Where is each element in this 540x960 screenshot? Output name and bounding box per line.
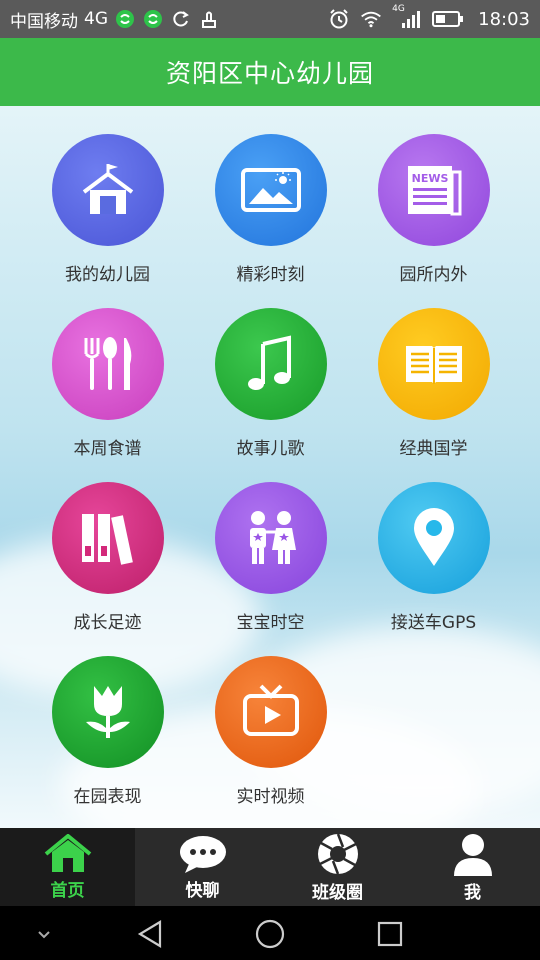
- tile-label: 我的幼儿园: [65, 265, 150, 285]
- tile-performance[interactable]: 在园表现: [26, 656, 189, 828]
- home-icon: [44, 833, 91, 872]
- tile-label: 经典国学: [399, 439, 468, 459]
- book-icon: [377, 308, 490, 420]
- battery-icon: [432, 8, 464, 30]
- music-note-icon: [214, 308, 327, 420]
- recents-square-icon: [377, 921, 403, 947]
- home-button[interactable]: [252, 916, 288, 952]
- bottom-nav: 首页 快聊 班级圈 我: [0, 828, 540, 906]
- network-type: 4G: [84, 9, 108, 29]
- tile-label: 园所内外: [399, 265, 468, 285]
- tile-weekly-menu[interactable]: 本周食谱: [26, 308, 189, 482]
- nav-label: 首页: [50, 880, 85, 901]
- children-icon: [214, 482, 327, 594]
- tile-label: 本周食谱: [73, 439, 142, 459]
- nav-label: 班级圈: [312, 882, 363, 903]
- tile-live-video[interactable]: 实时视频: [189, 656, 352, 828]
- wechat-notification-icon: [114, 8, 136, 30]
- back-triangle-icon: [137, 920, 162, 948]
- nav-label: 快聊: [185, 880, 220, 901]
- hide-nav-button[interactable]: [30, 920, 58, 948]
- system-navigation-bar: [0, 906, 540, 960]
- cleaner-icon: [198, 8, 220, 30]
- recents-button[interactable]: [372, 916, 408, 952]
- tile-stories-songs[interactable]: 故事儿歌: [189, 308, 352, 482]
- nav-class-circle[interactable]: 班级圈: [270, 828, 405, 906]
- tile-my-kindergarten[interactable]: 我的幼儿园: [26, 134, 189, 308]
- status-bar: 中国移动 4G 4G 18:03: [0, 0, 540, 38]
- person-icon: [453, 833, 492, 876]
- feature-grid: 我的幼儿园 精彩时刻 NEWS 园所内外 本周食谱 故事儿歌 经典国学 成长足迹…: [26, 134, 514, 828]
- tile-label: 在园表现: [73, 787, 142, 807]
- tv-icon: [214, 656, 327, 768]
- aperture-icon: [317, 833, 358, 874]
- tile-label: 成长足迹: [73, 613, 142, 633]
- tile-label: 实时视频: [236, 787, 305, 807]
- cell-signal-icon: 4G: [392, 4, 422, 30]
- tile-classics[interactable]: 经典国学: [352, 308, 515, 482]
- wifi-icon: [360, 8, 382, 30]
- nav-chat[interactable]: 快聊: [135, 828, 270, 906]
- sync-icon: [170, 8, 192, 30]
- binders-icon: [51, 482, 164, 594]
- cutlery-icon: [51, 308, 164, 420]
- news-icon: NEWS: [377, 134, 490, 246]
- alarm-icon: [328, 8, 350, 30]
- clock: 18:03: [478, 8, 530, 30]
- wechat-notification-icon-2: [142, 8, 164, 30]
- back-button[interactable]: [132, 916, 168, 952]
- tile-baby-space[interactable]: 宝宝时空: [189, 482, 352, 656]
- tulip-icon: [51, 656, 164, 768]
- chevron-down-icon: [38, 931, 50, 939]
- tile-label: 精彩时刻: [236, 265, 305, 285]
- nav-label: 我: [464, 882, 481, 903]
- tile-highlights[interactable]: 精彩时刻: [189, 134, 352, 308]
- page-title: 资阳区中心幼儿园: [165, 59, 374, 88]
- status-left: 中国移动 4G: [10, 7, 328, 32]
- nav-home[interactable]: 首页: [0, 828, 135, 906]
- carrier-name: 中国移动: [10, 11, 78, 32]
- tile-growth-record[interactable]: 成长足迹: [26, 482, 189, 656]
- status-right: 4G 18:03: [328, 4, 530, 30]
- tile-bus-gps[interactable]: 接送车GPS: [352, 482, 515, 656]
- school-icon: [51, 134, 164, 246]
- tile-campus-news[interactable]: NEWS 园所内外: [352, 134, 515, 308]
- home-circle-icon: [255, 919, 285, 949]
- nav-me[interactable]: 我: [405, 828, 540, 906]
- svg-text:NEWS: NEWS: [411, 172, 448, 185]
- tile-label: 故事儿歌: [236, 439, 305, 459]
- tile-label: 宝宝时空: [236, 613, 305, 633]
- photo-icon: [214, 134, 327, 246]
- chat-bubble-icon: [179, 835, 226, 873]
- main-content: 我的幼儿园 精彩时刻 NEWS 园所内外 本周食谱 故事儿歌 经典国学 成长足迹…: [0, 106, 540, 828]
- signal-network-label: 4G: [392, 4, 405, 14]
- app-header: 资阳区中心幼儿园: [0, 38, 540, 106]
- tile-label: 接送车GPS: [390, 613, 477, 633]
- location-pin-icon: [377, 482, 490, 594]
